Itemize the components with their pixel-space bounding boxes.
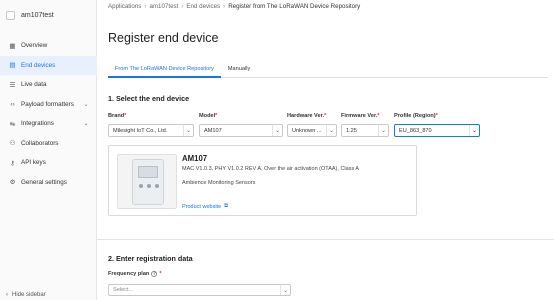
firmware-label: Firmware Ver.* [341,113,380,119]
breadcrumb: Applications › am107test › End devices ›… [108,3,360,10]
app-icon [6,10,15,20]
breadcrumb-separator: › [181,3,184,10]
frequency-plan-placeholder: Select... [113,287,134,293]
required-marker: * [215,113,218,119]
sidebar-item-label: Live data [21,81,47,89]
device-sensor-dot [147,184,151,188]
chevron-down-icon: ⌄ [326,125,336,136]
device-sensor-dot [155,184,159,188]
profile-value: EU_863_870 [399,127,432,134]
chevron-down-icon: ⌄ [83,121,89,128]
model-label: Model* [199,113,217,119]
breadcrumb-item[interactable]: End devices [186,3,220,10]
chevron-down-icon: ⌄ [469,125,479,136]
chevron-down-icon: ⌄ [83,101,89,108]
model-value: AM107 [204,127,222,134]
device-description: MAC V1.0.3, PHY V1.0.2 REV A, Over the a… [182,166,360,172]
required-marker: * [159,271,162,277]
brand-select[interactable]: Milesight IoT Co., Ltd. ⌄ [108,124,194,137]
chevron-down-icon: ⌄ [280,285,290,295]
sidebar-item-collaborators[interactable]: ⚇ Collaborators [0,134,97,154]
sidebar-item-label: General settings [21,178,67,186]
hide-sidebar-label: Hide sidebar [12,292,46,298]
grid-icon: ▦ [9,42,16,50]
sidebar-item-label: Collaborators [21,139,59,147]
model-label-text: Model [199,113,216,119]
profile-label: Profile (Region)* [394,113,438,119]
sidebar-item-payload-formatters[interactable]: ‹› Payload formatters ⌄ [0,95,97,115]
tab-manually[interactable]: Manually [221,62,257,78]
chevron-down-icon: ⌄ [183,125,193,136]
chevron-left-icon: ‹ [6,292,8,298]
chevron-down-icon: ⌄ [378,125,388,136]
required-marker: * [324,113,327,119]
step1-title: 1. Select the end device [108,94,190,103]
chevron-down-icon: ⌄ [272,125,282,136]
hardware-value: Unknown ... [292,127,322,134]
device-screen-shape [138,166,158,178]
model-select[interactable]: AM107 ⌄ [199,124,283,137]
frequency-plan-select[interactable]: Select... ⌄ [108,284,291,296]
device-sensor-dot [139,184,143,188]
page-title: Register end device [108,31,219,45]
brand-label-text: Brand [108,113,125,119]
sidebar: am107test ▦ Overview ▤ End devices ☰ Liv… [0,0,97,300]
breadcrumb-item[interactable]: Applications [108,3,141,10]
sidebar-item-label: Integrations [21,120,54,128]
sidebar-item-overview[interactable]: ▦ Overview [0,36,97,56]
sidebar-item-api-keys[interactable]: ⚷ API keys [0,153,97,173]
people-icon: ⚇ [9,140,16,148]
help-icon[interactable]: ? [151,271,158,277]
hardware-label: Hardware Ver.* [287,113,326,119]
frequency-plan-label-text: Frequency plan [108,271,150,277]
profile-label-text: Profile (Region) [394,113,436,119]
sidebar-nav: ▦ Overview ▤ End devices ☰ Live data ‹› … [0,36,97,192]
step2-title: 2. Enter registration data [108,254,193,263]
hide-sidebar-button[interactable]: ‹ Hide sidebar [6,292,46,298]
tab-device-repository[interactable]: From The LoRaWAN Device Repository [108,62,221,78]
integrations-icon: ⇆ [9,120,16,128]
firmware-value: 1.25 [346,127,357,134]
sidebar-item-general-settings[interactable]: ⚙ General settings [0,173,97,193]
product-website-link[interactable]: Product website ⧉ [182,203,228,210]
app-header[interactable]: am107test [0,0,97,30]
external-link-icon: ⧉ [224,203,229,209]
breadcrumb-current: Register from The LoRaWAN Device Reposit… [228,3,361,10]
brand-label: Brand* [108,113,126,119]
firmware-label-text: Firmware Ver. [341,113,378,119]
device-body-shape [132,159,164,205]
device-card: AM107 MAC V1.0.3, PHY V1.0.2 REV A, Over… [108,145,417,216]
required-marker: * [124,113,127,119]
required-marker: * [377,113,380,119]
device-image [117,154,177,209]
hardware-select[interactable]: Unknown ... ⌄ [287,124,337,137]
gear-icon: ⚙ [9,179,16,187]
brand-value: Milesight IoT Co., Ltd. [113,127,168,134]
breadcrumb-separator: › [144,3,147,10]
sidebar-item-live-data[interactable]: ☰ Live data [0,75,97,95]
device-name: AM107 [182,154,208,163]
key-icon: ⚷ [10,159,15,167]
device-sensors: Ambience Monitoring Sensors [182,180,256,186]
profile-select[interactable]: EU_863_870 ⌄ [394,124,480,137]
sidebar-item-end-devices[interactable]: ▤ End devices [0,55,97,75]
list-icon: ☰ [9,81,16,89]
required-marker: * [435,113,438,119]
sidebar-item-label: End devices [21,61,56,69]
frequency-plan-label: Frequency plan ? * [108,271,162,277]
sidebar-item-label: API keys [21,159,46,167]
devices-icon: ▤ [9,62,16,70]
breadcrumb-item[interactable]: am107test [149,3,178,10]
hardware-label-text: Hardware Ver. [287,113,325,119]
firmware-select[interactable]: 1.25 ⌄ [341,124,389,137]
tab-bar: From The LoRaWAN Device Repository Manua… [108,62,548,78]
sidebar-item-label: Payload formatters [21,100,74,108]
app-name: am107test [21,11,54,19]
sidebar-item-label: Overview [21,42,48,50]
sidebar-item-integrations[interactable]: ⇆ Integrations ⌄ [0,114,97,134]
code-icon: ‹› [10,100,15,108]
breadcrumb-separator: › [223,3,226,10]
section-divider [97,239,554,240]
product-website-label: Product website [182,203,222,210]
